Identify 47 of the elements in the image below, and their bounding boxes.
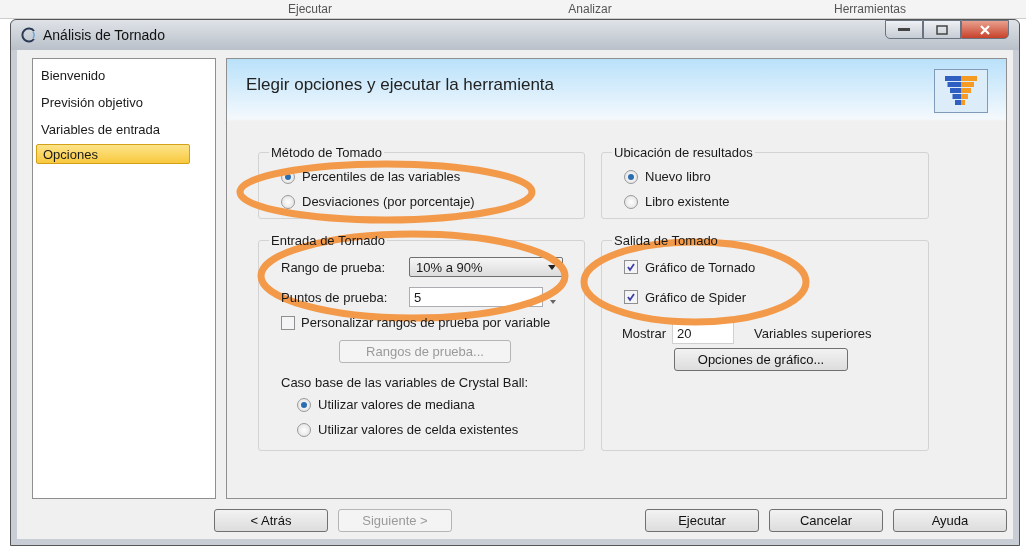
number-field[interactable]: 5 xyxy=(409,287,543,307)
dropdown[interactable]: 10% a 90% xyxy=(409,257,563,277)
checkbox-label: Gráfico de Tornado xyxy=(645,259,756,275)
ribbon-tab[interactable]: Herramientas xyxy=(730,0,1010,18)
maximize-icon xyxy=(936,24,948,35)
minimize-button[interactable] xyxy=(885,20,923,39)
ribbon-tab[interactable]: Ejecutar xyxy=(170,0,450,18)
radio-button[interactable] xyxy=(297,397,311,412)
dialog-button[interactable]: Cancelar xyxy=(769,508,883,532)
close-button[interactable] xyxy=(961,20,1009,39)
group-title: Ubicación de resultados xyxy=(613,145,754,160)
option-label: Nuevo libro xyxy=(645,169,711,184)
window-title: Análisis de Tornado xyxy=(43,27,166,43)
tornado-chart-icon xyxy=(934,69,988,113)
radio-button[interactable] xyxy=(281,194,295,209)
chart-options-button[interactable]: Opciones de gráfico... xyxy=(674,348,848,371)
option-label: Percentiles de las variables xyxy=(302,169,461,184)
radio-button[interactable] xyxy=(624,194,638,209)
checkbox-label: Gráfico de Spider xyxy=(645,289,747,305)
app-logo-icon xyxy=(21,27,37,43)
checkbox[interactable] xyxy=(624,260,638,274)
sidebar-item[interactable]: Previsión objetivo xyxy=(36,90,212,115)
option-label: Desviaciones (por porcentaje) xyxy=(302,194,475,209)
caret-icon xyxy=(548,264,556,270)
radio-button[interactable] xyxy=(297,422,311,437)
sidebar-item[interactable]: Variables de entrada xyxy=(36,117,212,142)
field-label: Rango de prueba: xyxy=(281,259,387,275)
close-icon xyxy=(980,24,990,35)
minimize-icon xyxy=(898,27,910,32)
group-title: Método de Tomado xyxy=(270,145,384,160)
checkbox[interactable] xyxy=(624,290,638,304)
field-label: Mostrar xyxy=(622,325,667,341)
panel-title: Elegir opciones y ejecutar la herramienta xyxy=(246,75,555,96)
radio-button[interactable] xyxy=(624,169,638,184)
option-label: Utilizar valores de mediana xyxy=(318,397,475,412)
sidebar-item[interactable]: Opciones xyxy=(36,144,190,164)
option-label: Utilizar valores de celda existentes xyxy=(318,422,519,437)
field-label: Variables superiores xyxy=(754,325,872,341)
section-label: Caso base de las variables de Crystal Ball: xyxy=(281,375,530,390)
checkbox[interactable] xyxy=(281,316,295,330)
dialog-button[interactable]: Ayuda xyxy=(893,508,1007,532)
sidebar-item[interactable]: Bienvenido xyxy=(36,63,212,88)
ribbon-tab[interactable]: Analizar xyxy=(450,0,730,18)
dialog-button[interactable]: Ejecutar xyxy=(645,508,759,532)
dialog-button[interactable]: < Atrás xyxy=(214,508,328,532)
maximize-button[interactable] xyxy=(923,20,961,39)
option-label: Libro existente xyxy=(645,194,730,209)
